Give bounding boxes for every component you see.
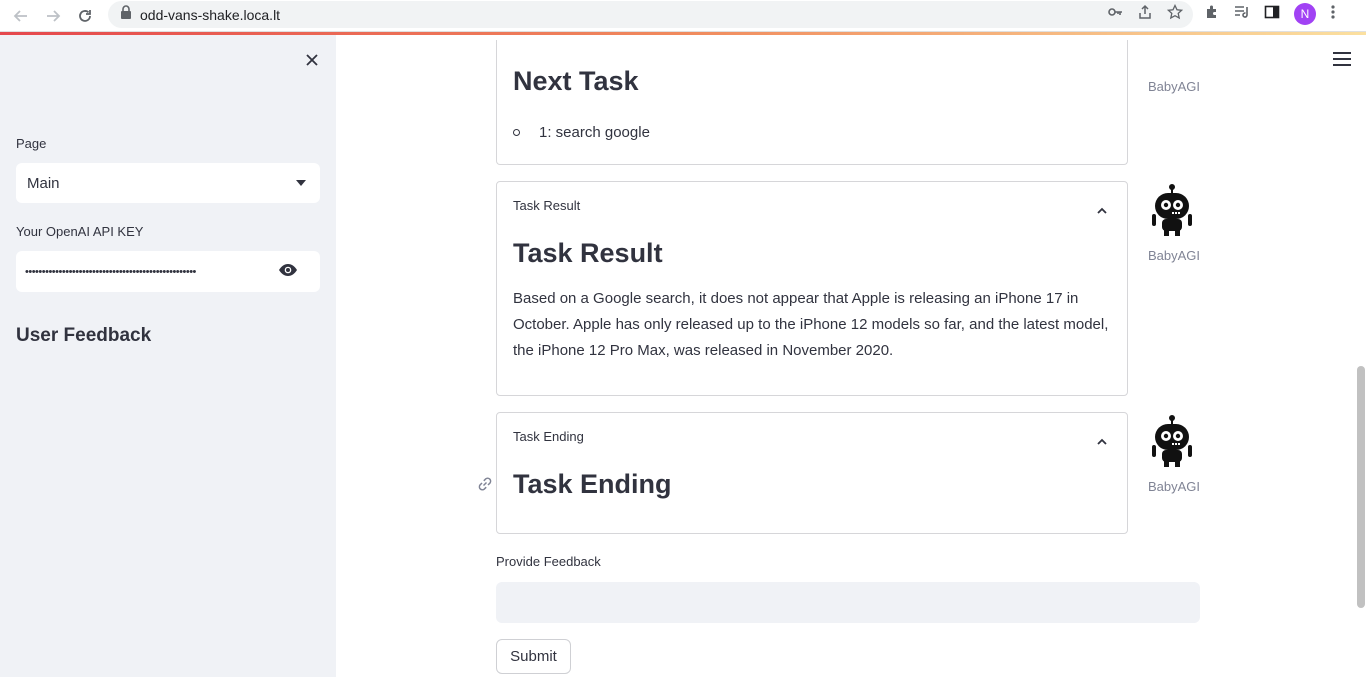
close-sidebar-icon[interactable]	[301, 49, 323, 71]
robot-avatar-icon	[1150, 415, 1194, 467]
page-select-value: Main	[27, 174, 60, 192]
forward-icon[interactable]	[42, 5, 64, 27]
feedback-input[interactable]	[496, 582, 1200, 623]
browser-toolbar: odd-vans-shake.loca.lt N	[0, 0, 1366, 32]
sidebar: Page Main Your OpenAI API KEY ••••••••••…	[0, 35, 336, 677]
media-controls-icon[interactable]	[1234, 4, 1250, 25]
task-result-heading: Task Result	[513, 238, 663, 268]
share-icon[interactable]	[1137, 4, 1153, 25]
key-icon[interactable]	[1107, 4, 1123, 25]
extensions-icon[interactable]	[1204, 4, 1220, 25]
chevron-up-icon[interactable]	[1097, 432, 1107, 450]
show-password-eye-icon[interactable]	[278, 263, 298, 282]
next-task-heading: Next Task	[513, 66, 639, 96]
task-result-body: Based on a Google search, it does not ap…	[513, 290, 1109, 359]
address-bar[interactable]: odd-vans-shake.loca.lt	[108, 1, 1193, 28]
task-ending-heading: Task Ending	[513, 469, 672, 499]
user-feedback-heading: User Feedback	[16, 325, 152, 346]
side-panel-icon[interactable]	[1264, 4, 1280, 25]
task-result-card: Task Result Task Result Based on a Googl…	[496, 181, 1128, 396]
next-task-author: BabyAGI	[1148, 79, 1201, 94]
task-ending-expander-header[interactable]: Task Ending	[513, 429, 584, 444]
next-task-item-text: 1: search google	[539, 124, 650, 141]
api-key-label: Your OpenAI API KEY	[16, 224, 144, 239]
page-select-label: Page	[16, 136, 47, 151]
task-result-author: BabyAGI	[1148, 248, 1201, 263]
task-result-expander-header[interactable]: Task Result	[513, 198, 580, 213]
reload-icon[interactable]	[74, 5, 96, 27]
api-key-input[interactable]: ••••••••••••••••••••••••••••••••••••••••…	[16, 251, 320, 292]
chevron-up-icon[interactable]	[1097, 201, 1107, 219]
feedback-label: Provide Feedback	[496, 554, 601, 569]
profile-avatar[interactable]: N	[1294, 3, 1316, 25]
api-key-masked-value: ••••••••••••••••••••••••••••••••••••••••…	[25, 265, 196, 278]
list-bullet-icon	[513, 129, 520, 136]
next-task-item: 1: search google	[513, 120, 1113, 146]
submit-button[interactable]: Submit	[496, 639, 571, 674]
chevron-down-icon	[296, 180, 306, 186]
lock-icon	[120, 5, 132, 24]
robot-avatar-icon	[1150, 184, 1194, 236]
bookmark-star-icon[interactable]	[1166, 3, 1184, 25]
main-menu-icon[interactable]	[1333, 52, 1351, 66]
url-text: odd-vans-shake.loca.lt	[140, 6, 281, 23]
more-options-icon[interactable]	[1330, 4, 1336, 25]
back-icon[interactable]	[10, 5, 32, 27]
task-ending-author: BabyAGI	[1148, 479, 1201, 494]
scrollbar-thumb[interactable]	[1357, 366, 1365, 608]
task-ending-card: Task Ending Task Ending	[496, 412, 1128, 534]
anchor-link-icon[interactable]	[475, 474, 495, 499]
next-task-card: Next Task 1: search google	[496, 40, 1128, 165]
page-select[interactable]: Main	[16, 163, 320, 203]
